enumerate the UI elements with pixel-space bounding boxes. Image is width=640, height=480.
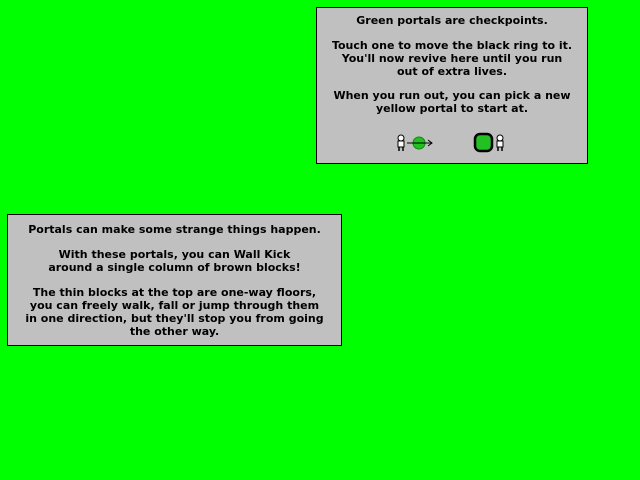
text-line: the other way. — [129, 325, 220, 338]
text-line: You'll now revive here until you run — [341, 52, 563, 65]
text-line: around a single column of brown blocks! — [48, 261, 301, 274]
player-icon — [397, 134, 405, 151]
player-icon — [496, 134, 504, 151]
text-line: Touch one to move the black ring to it. — [331, 39, 573, 52]
checkpoint-illustration — [317, 132, 587, 156]
player-touch-portal-illustration — [397, 134, 433, 151]
text-line: With these portals, you can Wall Kick — [58, 248, 291, 261]
text-line: When you run out, you can pick a new — [333, 89, 571, 102]
ringed-portal-illustration — [473, 132, 504, 153]
text-line: yellow portal to start at. — [375, 102, 529, 115]
panel-heading: Green portals are checkpoints. — [356, 14, 548, 27]
text-line: in one direction, but they'll stop you f… — [25, 312, 324, 325]
portal-info-panel: Portals can make some strange things hap… — [7, 214, 342, 346]
text-line: The thin blocks at the top are one-way f… — [32, 286, 317, 299]
text-line: you can freely walk, fall or jump throug… — [29, 299, 320, 312]
ringed-portal-icon — [473, 132, 494, 153]
panel-heading: Portals can make some strange things hap… — [28, 223, 321, 236]
text-line: out of extra lives. — [396, 65, 508, 78]
checkpoint-info-panel: Green portals are checkpoints. Touch one… — [316, 7, 588, 164]
